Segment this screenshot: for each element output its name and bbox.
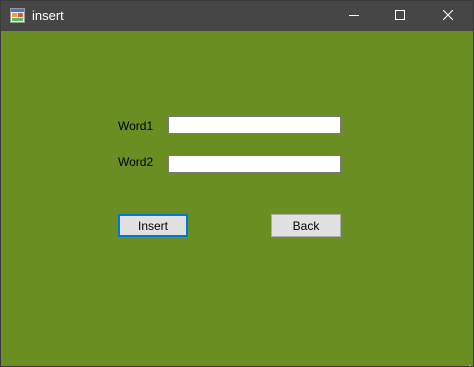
insert-window: insert Word1 Word2 Insert Back [0, 0, 474, 367]
minimize-icon [349, 7, 359, 25]
app-form-icon[interactable] [10, 8, 25, 23]
insert-button[interactable]: Insert [118, 214, 188, 237]
maximize-icon [395, 7, 405, 25]
back-button[interactable]: Back [271, 214, 341, 237]
close-icon [442, 7, 454, 25]
title-bar[interactable]: insert [1, 1, 473, 31]
word2-label: Word2 [118, 155, 154, 169]
maximize-button[interactable] [377, 1, 423, 31]
resize-grip-icon[interactable] [465, 358, 471, 366]
word2-field[interactable] [168, 155, 341, 173]
window-title: insert [32, 8, 64, 23]
word1-field[interactable] [168, 116, 341, 134]
word1-label: Word1 [118, 119, 154, 133]
close-button[interactable] [425, 1, 471, 31]
minimize-button[interactable] [331, 1, 377, 31]
